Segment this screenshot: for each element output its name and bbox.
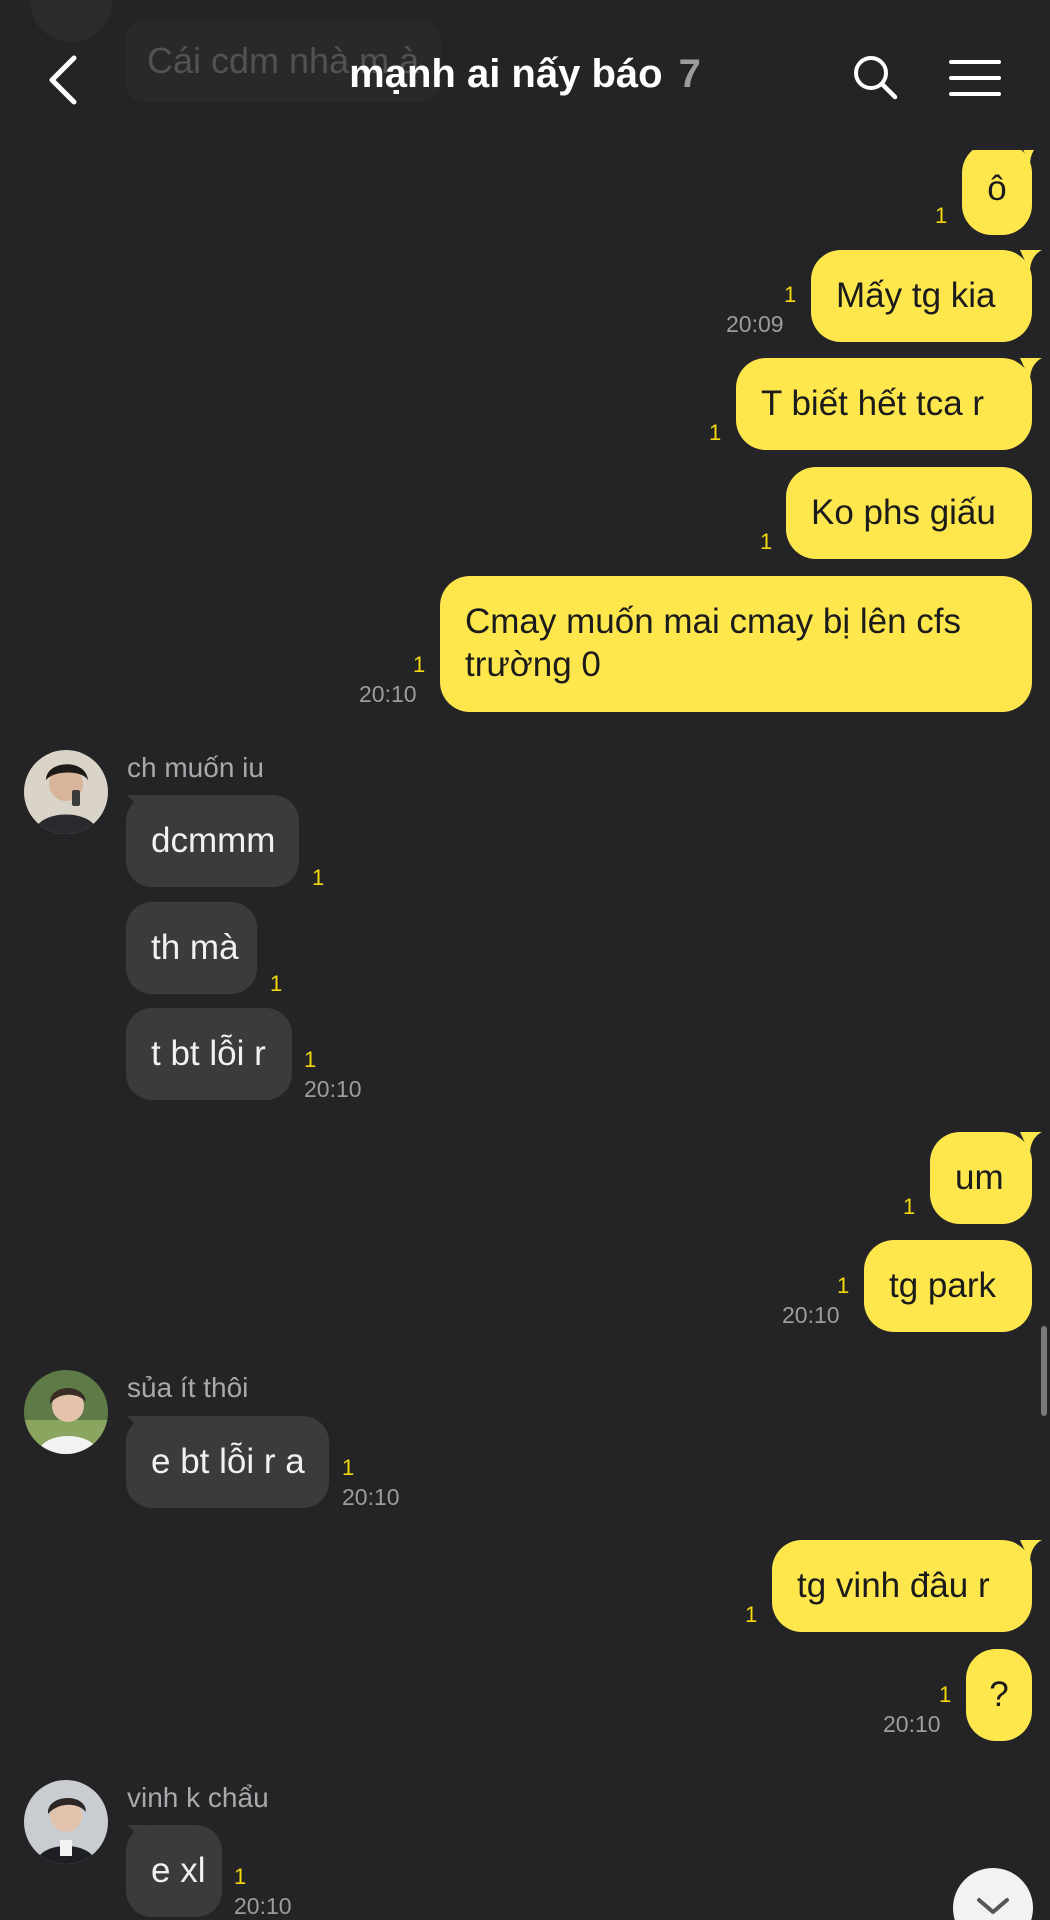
message-bubble-outgoing[interactable]: Cmay muốn mai cmay bị lên cfs trường 0 xyxy=(440,576,1032,712)
message-text: ô xyxy=(987,169,1007,208)
message-text-line: Cmay muốn mai cmay bị lên cfs xyxy=(465,602,961,641)
scroll-to-bottom-button[interactable] xyxy=(953,1868,1033,1920)
search-icon[interactable] xyxy=(850,52,900,102)
chat-screen: Cái cdm nhà m à mạnh ai nấy báo 7 ô 1 Mấ… xyxy=(0,0,1050,1920)
message-bubble-incoming[interactable]: t bt lỗi r xyxy=(126,1008,292,1100)
message-timestamp: 20:10 xyxy=(782,1302,840,1328)
message-text: e bt lỗi r a xyxy=(151,1442,305,1481)
bubble-tail-icon xyxy=(1020,358,1042,380)
message-bubble-outgoing[interactable]: T biết hết tca r xyxy=(736,358,1032,450)
unread-count: 1 xyxy=(837,1273,850,1298)
bubble-tail-icon xyxy=(126,1825,148,1847)
unread-count: 1 xyxy=(342,1455,355,1480)
unread-count: 1 xyxy=(745,1602,758,1627)
sender-name: sủa ít thôi xyxy=(127,1372,249,1403)
message-text: T biết hết tca r xyxy=(761,384,985,423)
message-bubble-outgoing[interactable]: um xyxy=(930,1132,1032,1224)
scrollbar[interactable] xyxy=(1041,1326,1047,1416)
message-text: Mấy tg kia xyxy=(836,276,996,315)
message-text: tg park xyxy=(889,1266,996,1305)
message-bubble-outgoing[interactable]: ? xyxy=(966,1649,1032,1741)
message-text-line: trường 0 xyxy=(465,645,601,684)
sender-name: ch muốn iu xyxy=(127,752,264,783)
unread-count: 1 xyxy=(413,652,426,677)
message-timestamp: 20:10 xyxy=(234,1893,292,1919)
message-text: Ko phs giấu xyxy=(811,493,996,532)
bubble-tail-icon xyxy=(126,795,148,817)
message-timestamp: 20:10 xyxy=(342,1484,400,1510)
member-count: 7 xyxy=(678,52,701,96)
unread-count: 1 xyxy=(270,971,283,996)
chat-title-text: mạnh ai nấy báo xyxy=(349,52,663,96)
message-bubble-incoming[interactable]: th mà xyxy=(126,902,257,994)
avatar-vinh-k-chau[interactable] xyxy=(24,1780,108,1864)
unread-count: 1 xyxy=(304,1047,317,1072)
bubble-tail-icon xyxy=(1020,1132,1042,1154)
chat-header: Cái cdm nhà m à mạnh ai nấy báo 7 xyxy=(0,0,1050,150)
message-text: th mà xyxy=(151,928,239,967)
unread-count: 1 xyxy=(903,1194,916,1219)
bubble-tail-icon xyxy=(1020,250,1042,272)
message-text: t bt lỗi r xyxy=(151,1034,266,1073)
faded-previous-avatar xyxy=(30,0,112,42)
unread-count: 1 xyxy=(709,420,722,445)
message-timestamp: 20:09 xyxy=(726,311,784,337)
message-bubble-outgoing[interactable]: Ko phs giấu xyxy=(786,467,1032,559)
message-timestamp: 20:10 xyxy=(883,1711,941,1737)
bubble-tail-icon xyxy=(126,1416,148,1438)
message-bubble-incoming[interactable]: e bt lỗi r a xyxy=(126,1416,329,1508)
message-text: ? xyxy=(989,1675,1009,1714)
message-bubble-outgoing[interactable]: tg vinh đâu r xyxy=(772,1540,1032,1632)
message-text: tg vinh đâu r xyxy=(797,1566,990,1605)
message-bubble-outgoing[interactable]: Mấy tg kia xyxy=(811,250,1032,342)
avatar-sua-it-thoi[interactable] xyxy=(24,1370,108,1454)
unread-count: 1 xyxy=(312,865,325,890)
bubble-tail-icon xyxy=(1020,1540,1042,1562)
unread-count: 1 xyxy=(935,203,948,228)
message-text: um xyxy=(955,1158,1004,1197)
unread-count: 1 xyxy=(939,1682,952,1707)
message-bubble-outgoing[interactable]: tg park xyxy=(864,1240,1032,1332)
message-timestamp: 20:10 xyxy=(359,681,417,707)
message-text: e xl xyxy=(151,1851,206,1890)
unread-count: 1 xyxy=(234,1864,247,1889)
message-timestamp: 20:10 xyxy=(304,1076,362,1102)
sender-name: vinh k chẩu xyxy=(127,1782,269,1813)
unread-count: 1 xyxy=(760,529,773,554)
message-text: dcmmm xyxy=(151,821,276,860)
avatar-ch-muon-iu[interactable] xyxy=(24,750,108,834)
unread-count: 1 xyxy=(784,282,797,307)
message-bubble-incoming[interactable]: dcmmm xyxy=(126,795,299,887)
chevron-down-icon xyxy=(977,1898,1009,1914)
hamburger-menu-icon[interactable] xyxy=(948,58,1002,98)
